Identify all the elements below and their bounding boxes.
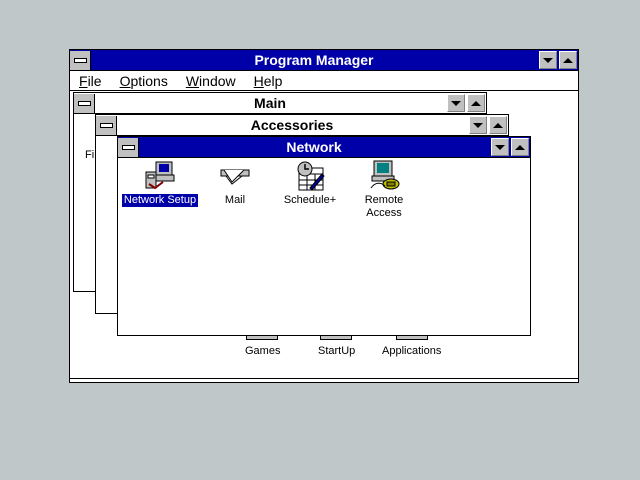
accessories-minimize-button[interactable] (469, 116, 487, 134)
mail-label: Mail (224, 194, 246, 206)
program-manager-titlebar[interactable]: Program Manager (70, 50, 578, 71)
mail-icon (218, 160, 252, 192)
menu-file[interactable]: File (70, 73, 111, 89)
program-manager-menubar: File Options Window Help (70, 71, 578, 91)
remote-access-item[interactable]: Remote Access (339, 160, 429, 220)
program-manager-system-menu-icon[interactable] (70, 50, 91, 70)
network-maximize-button[interactable] (511, 138, 529, 156)
network-setup-label: Network Setup (120, 193, 200, 208)
network-minimize-button[interactable] (491, 138, 509, 156)
main-partial-label: Fi (85, 149, 95, 161)
network-group-window[interactable]: Network Network Setup Mail Schedule+ Rem… (117, 136, 531, 336)
main-minimize-button[interactable] (447, 94, 465, 112)
network-title: Network (286, 139, 342, 155)
main-system-menu-icon[interactable] (74, 93, 95, 113)
program-manager-minimize-button[interactable] (539, 51, 557, 69)
remote-access-icon (367, 160, 401, 192)
program-manager-title: Program Manager (254, 52, 374, 68)
main-titlebar[interactable]: Main (74, 93, 486, 114)
accessories-titlebar[interactable]: Accessories (96, 115, 508, 136)
network-setup-icon (143, 160, 177, 192)
main-maximize-button[interactable] (467, 94, 485, 112)
games-group-label[interactable]: Games (245, 345, 280, 357)
program-manager-maximize-button[interactable] (559, 51, 577, 69)
remote-access-label-line-2: Access (366, 207, 402, 219)
accessories-system-menu-icon[interactable] (96, 115, 117, 135)
menu-window[interactable]: Window (177, 73, 245, 89)
menu-options[interactable]: Options (111, 73, 177, 89)
schedule-plus-label: Schedule+ (283, 194, 337, 206)
network-titlebar[interactable]: Network (118, 137, 530, 158)
main-title: Main (254, 95, 286, 111)
remote-access-label-line-1: Remote (364, 194, 404, 206)
accessories-maximize-button[interactable] (489, 116, 507, 134)
network-system-menu-icon[interactable] (118, 137, 139, 157)
menu-help[interactable]: Help (245, 73, 292, 89)
applications-group-label[interactable]: Applications (382, 345, 441, 357)
accessories-title: Accessories (250, 117, 334, 133)
startup-group-label[interactable]: StartUp (318, 345, 355, 357)
program-manager-bottom-border (70, 378, 578, 382)
schedule-plus-icon (293, 160, 327, 192)
